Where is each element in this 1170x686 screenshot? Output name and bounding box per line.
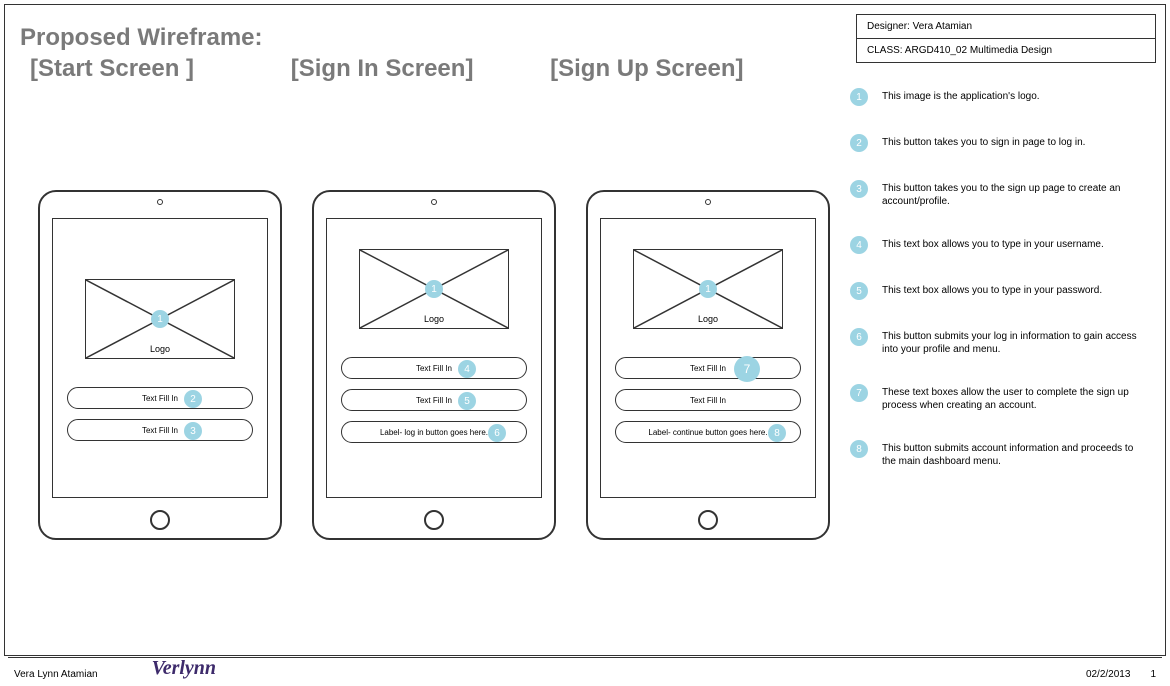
tablet-start: 1 Logo Text Fill In 2 Text Fill In 3 <box>38 190 282 540</box>
badge-8: 8 <box>768 424 786 442</box>
tablet-signin: 1 Logo Text Fill In 4 Text Fill In 5 Lab… <box>312 190 556 540</box>
pill-label: Text Fill In <box>690 396 726 405</box>
annotation-1: 1 This image is the application's logo. <box>850 88 1160 106</box>
pill-label: Text Fill In <box>142 394 178 403</box>
screen-start: 1 Logo Text Fill In 2 Text Fill In 3 <box>52 218 268 498</box>
screen-signup: 1 Logo Text Fill In 7 Text Fill In Label… <box>600 218 816 498</box>
annotation-text: These text boxes allow the user to compl… <box>882 384 1142 412</box>
badge-2: 2 <box>184 390 202 408</box>
annotation-7: 7 These text boxes allow the user to com… <box>850 384 1160 412</box>
info-box: Designer: Vera Atamian CLASS: ARGD410_02… <box>856 14 1156 63</box>
logo-label: Logo <box>698 314 718 324</box>
password-input[interactable]: Text Fill In 5 <box>341 389 527 411</box>
pill-label: Text Fill In <box>690 364 726 373</box>
badge-4: 4 <box>458 360 476 378</box>
annotation-text: This button takes you to sign in page to… <box>882 134 1085 149</box>
footer-date: 02/2/2013 <box>1086 669 1131 680</box>
camera-dot-icon <box>705 199 711 205</box>
badge-1: 1 <box>699 280 717 298</box>
badge-2: 2 <box>850 134 868 152</box>
badge-4: 4 <box>850 236 868 254</box>
logo-label: Logo <box>150 344 170 354</box>
footer-page: 1 <box>1150 669 1156 680</box>
footer-right: 02/2/2013 1 <box>1086 669 1156 680</box>
pill-label: Label- log in button goes here. <box>380 428 488 437</box>
annotation-8: 8 This button submits account informatio… <box>850 440 1160 468</box>
designer-row: Designer: Vera Atamian <box>857 15 1155 39</box>
signin-screen-label: [Sign In Screen] <box>291 53 474 84</box>
tablet-signup: 1 Logo Text Fill In 7 Text Fill In Label… <box>586 190 830 540</box>
badge-7: 7 <box>734 356 760 382</box>
logo-placeholder: 1 Logo <box>85 279 235 359</box>
title-line2: [Start Screen ] [Sign In Screen] [Sign U… <box>20 53 743 84</box>
signup-screen-label: [Sign Up Screen] <box>550 53 743 84</box>
camera-dot-icon <box>431 199 437 205</box>
annotation-text: This button submits your log in informat… <box>882 328 1142 356</box>
badge-1: 1 <box>425 280 443 298</box>
badge-7: 7 <box>850 384 868 402</box>
badge-1: 1 <box>850 88 868 106</box>
annotations-list: 1 This image is the application's logo. … <box>850 88 1160 468</box>
logo-label: Logo <box>424 314 444 324</box>
annotation-5: 5 This text box allows you to type in yo… <box>850 282 1160 300</box>
badge-6: 6 <box>488 424 506 442</box>
badge-3: 3 <box>184 422 202 440</box>
logo-placeholder: 1 Logo <box>633 249 783 329</box>
annotation-text: This button takes you to the sign up pag… <box>882 180 1142 208</box>
annotation-text: This button submits account information … <box>882 440 1142 468</box>
home-button-icon <box>424 510 444 530</box>
home-button-icon <box>150 510 170 530</box>
signature: Verlynn <box>152 657 216 680</box>
annotation-text: This text box allows you to type in your… <box>882 282 1102 297</box>
continue-button[interactable]: Label- continue button goes here. 8 <box>615 421 801 443</box>
footer-left: Vera Lynn Atamian Verlynn <box>14 657 216 680</box>
signup-field-1[interactable]: Text Fill In 7 <box>615 357 801 379</box>
pill-label: Text Fill In <box>416 396 452 405</box>
start-screen-label: [Start Screen ] <box>30 53 194 84</box>
username-input[interactable]: Text Fill In 4 <box>341 357 527 379</box>
annotation-text: This text box allows you to type in your… <box>882 236 1104 251</box>
badge-1: 1 <box>151 310 169 328</box>
logo-placeholder: 1 Logo <box>359 249 509 329</box>
badge-5: 5 <box>458 392 476 410</box>
camera-dot-icon <box>157 199 163 205</box>
start-signin-button[interactable]: Text Fill In 2 <box>67 387 253 409</box>
page-title: Proposed Wireframe: [Start Screen ] [Sig… <box>20 22 743 84</box>
start-signup-button[interactable]: Text Fill In 3 <box>67 419 253 441</box>
annotation-3: 3 This button takes you to the sign up p… <box>850 180 1160 208</box>
annotation-2: 2 This button takes you to sign in page … <box>850 134 1160 152</box>
login-button[interactable]: Label- log in button goes here. 6 <box>341 421 527 443</box>
annotation-6: 6 This button submits your log in inform… <box>850 328 1160 356</box>
badge-6: 6 <box>850 328 868 346</box>
annotation-4: 4 This text box allows you to type in yo… <box>850 236 1160 254</box>
badge-8: 8 <box>850 440 868 458</box>
class-row: CLASS: ARGD410_02 Multimedia Design <box>857 39 1155 62</box>
pill-label: Text Fill In <box>416 364 452 373</box>
badge-5: 5 <box>850 282 868 300</box>
footer-author: Vera Lynn Atamian <box>14 669 98 680</box>
screen-signin: 1 Logo Text Fill In 4 Text Fill In 5 Lab… <box>326 218 542 498</box>
pill-label: Text Fill In <box>142 426 178 435</box>
title-line1: Proposed Wireframe: <box>20 22 743 53</box>
wireframes-row: 1 Logo Text Fill In 2 Text Fill In 3 1 L… <box>38 190 830 540</box>
pill-label: Label- continue button goes here. <box>648 428 767 437</box>
badge-3: 3 <box>850 180 868 198</box>
signup-field-2[interactable]: Text Fill In <box>615 389 801 411</box>
annotation-text: This image is the application's logo. <box>882 88 1040 103</box>
home-button-icon <box>698 510 718 530</box>
footer: Vera Lynn Atamian Verlynn 02/2/2013 1 <box>0 657 1170 680</box>
